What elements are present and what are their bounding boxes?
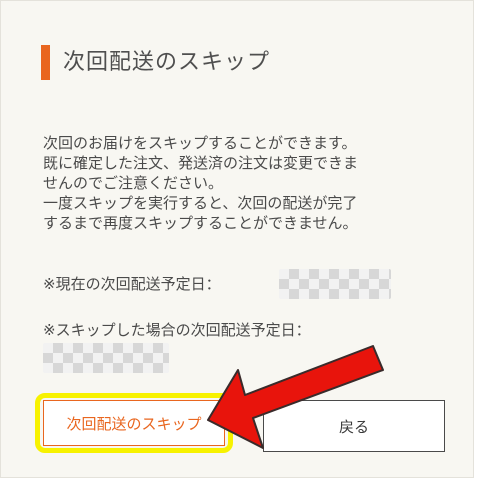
page-title: 次回配送のスキップ bbox=[63, 50, 271, 75]
back-button[interactable]: 戻る bbox=[263, 400, 445, 452]
description-line: 次回のお届けをスキップすることができます。 bbox=[43, 134, 357, 152]
current-date-masked-value bbox=[279, 269, 391, 299]
title-accent-bar bbox=[41, 45, 50, 80]
description-text: 次回のお届けをスキップすることができます。 既に確定した注文、発送済の注文は変更… bbox=[43, 133, 443, 233]
description-line: 一度スキップを実行すると、次回の配送が完了 bbox=[43, 194, 358, 212]
skipped-date-label: ※スキップした場合の次回配送予定日： bbox=[43, 321, 311, 339]
description-line: せんのでご注意ください。 bbox=[43, 174, 224, 192]
skipped-date-masked-value bbox=[43, 343, 169, 373]
current-date-label: ※現在の次回配送予定日： bbox=[43, 275, 221, 293]
skip-next-delivery-button[interactable]: 次回配送のスキップ bbox=[43, 400, 225, 446]
description-line: 既に確定した注文、発送済の注文は変更できま bbox=[43, 154, 359, 172]
description-line: するまで再度スキップすることができません。 bbox=[43, 214, 358, 232]
skip-delivery-panel: 次回配送のスキップ 次回のお届けをスキップすることができます。 既に確定した注文… bbox=[0, 0, 474, 478]
